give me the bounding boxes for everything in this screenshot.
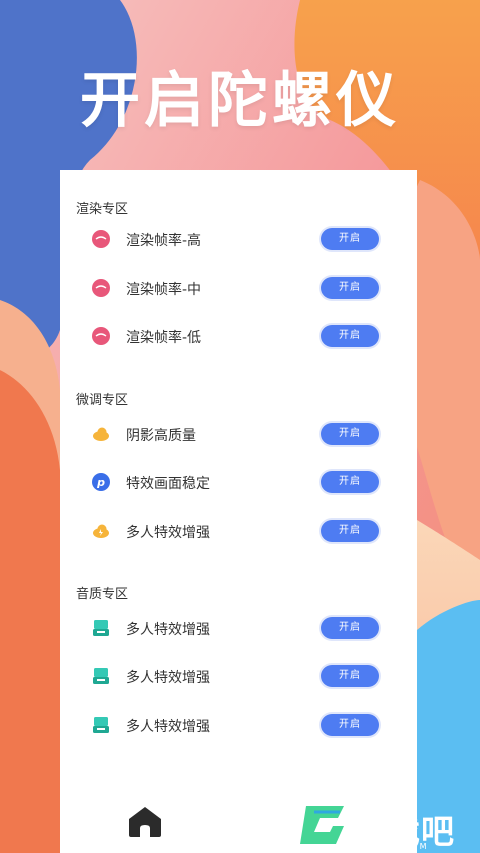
settings-card: 渲染专区 渲染帧率-高 开启 渲染帧率-中 开启 渲染帧率-低 开启 微调专区 …	[60, 170, 417, 853]
item-label: 阴影高质量	[126, 428, 196, 444]
list-item: 多人特效增强 开启	[60, 660, 417, 692]
enable-button[interactable]: 开启	[321, 714, 379, 736]
tray-icon	[93, 620, 109, 636]
tray-icon	[93, 668, 109, 684]
list-item: p 特效画面稳定 开启	[60, 466, 417, 498]
list-item: 渲染帧率-低 开启	[60, 320, 417, 352]
list-item: 多人特效增强 开启	[60, 612, 417, 644]
enable-button[interactable]: 开启	[321, 277, 379, 299]
list-item: 渲染帧率-中 开启	[60, 272, 417, 304]
item-label: 渲染帧率-高	[126, 233, 202, 249]
flower-icon	[92, 327, 110, 345]
item-label: 多人特效增强	[126, 525, 210, 541]
section-title-render: 渲染专区	[76, 202, 129, 217]
enable-button[interactable]: 开启	[321, 471, 379, 493]
item-label: 渲染帧率-中	[126, 282, 202, 298]
section-title-tune: 微调专区	[76, 393, 129, 408]
section-title-audio: 音质专区	[76, 587, 129, 602]
home-icon[interactable]	[128, 806, 162, 838]
tray-icon	[93, 717, 109, 733]
enable-button[interactable]: 开启	[321, 520, 379, 542]
item-label: 多人特效增强	[126, 719, 210, 735]
enable-button[interactable]: 开启	[321, 423, 379, 445]
cloud-bolt-icon	[93, 524, 109, 538]
enable-button[interactable]: 开启	[321, 617, 379, 639]
p-logo-icon: p	[92, 473, 110, 491]
enable-button[interactable]: 开启	[321, 665, 379, 687]
enable-button[interactable]: 开启	[321, 325, 379, 347]
item-label: 特效画面稳定	[126, 476, 210, 492]
svg-text:p: p	[96, 476, 105, 489]
list-item: 多人特效增强 开启	[60, 515, 417, 547]
item-label: 多人特效增强	[126, 670, 210, 686]
list-item: 渲染帧率-高 开启	[60, 223, 417, 255]
enable-button[interactable]: 开启	[321, 228, 379, 250]
list-item: 多人特效增强 开启	[60, 709, 417, 741]
watermark-subtext: YOXI8.COM	[366, 842, 429, 851]
item-label: 渲染帧率-低	[126, 330, 202, 346]
list-item: 阴影高质量 开启	[60, 418, 417, 450]
item-label: 多人特效增强	[126, 622, 210, 638]
flower-icon	[92, 279, 110, 297]
cloud-icon	[93, 427, 109, 441]
page-title: 开启陀螺仪	[80, 66, 400, 136]
flower-icon	[92, 230, 110, 248]
